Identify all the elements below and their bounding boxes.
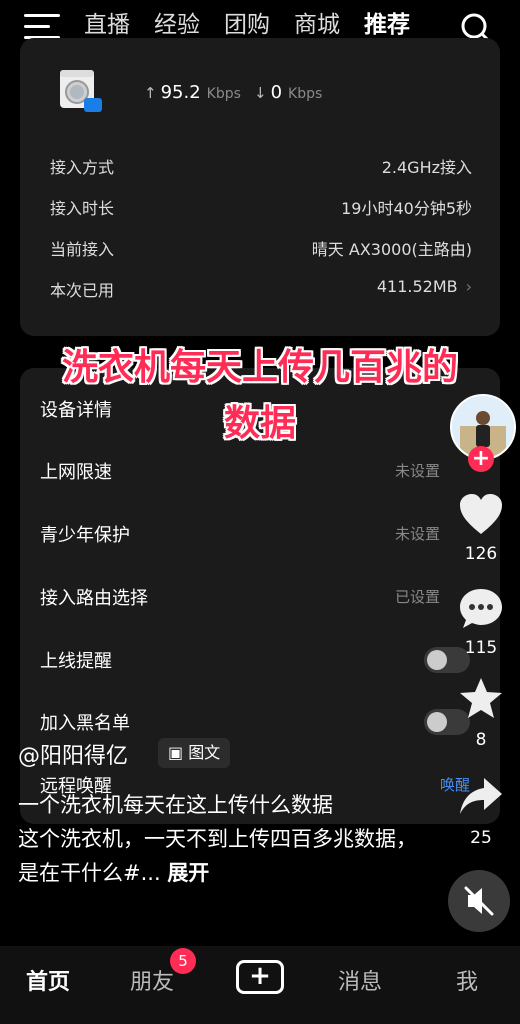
settings-label: 青少年保护 bbox=[40, 525, 130, 546]
star-icon[interactable] bbox=[458, 676, 504, 722]
settings-status: 已设置 bbox=[394, 588, 440, 606]
comment-count: 115 bbox=[464, 638, 498, 658]
settings-label: 上网限速 bbox=[40, 462, 112, 483]
favorite-count: 8 bbox=[475, 730, 487, 750]
chevron-right-icon: › bbox=[465, 277, 472, 296]
info-row-duration: 接入时长 19小时40分钟5秒 bbox=[50, 195, 472, 219]
tab-group-buy[interactable]: 团购 bbox=[224, 10, 270, 40]
info-label: 接入方式 bbox=[50, 158, 115, 177]
tab-experience[interactable]: 经验 bbox=[154, 10, 200, 40]
caption-title: 一个洗衣机每天在这上传什么数据 bbox=[18, 793, 333, 817]
plus-icon: + bbox=[249, 961, 271, 991]
nav-me[interactable]: 我 bbox=[456, 964, 478, 996]
settings-status: 未设置 bbox=[394, 462, 440, 480]
speaker-muted-icon bbox=[464, 886, 494, 916]
down-arrow-icon: ↓ bbox=[254, 84, 267, 102]
info-value: 411.52MB bbox=[376, 277, 458, 296]
download-speed: ↓ 0 Kbps bbox=[254, 82, 322, 103]
mute-button[interactable] bbox=[448, 870, 510, 932]
share-icon[interactable] bbox=[458, 774, 504, 820]
settings-label: 上线提醒 bbox=[40, 651, 112, 672]
up-arrow-icon: ↑ bbox=[144, 84, 157, 102]
tab-mall[interactable]: 商城 bbox=[294, 10, 340, 40]
nav-friends[interactable]: 朋友 bbox=[130, 964, 174, 996]
image-text-icon: ▣ bbox=[168, 743, 189, 762]
tab-live[interactable]: 直播 bbox=[84, 10, 130, 40]
info-label: 本次已用 bbox=[50, 281, 115, 300]
follow-button[interactable]: + bbox=[468, 446, 494, 472]
device-info-card: ↑ 95.2 Kbps ↓ 0 Kbps 接入方式 2.4GHz接入 接入时长 19小时… bbox=[20, 38, 500, 336]
post-type-badge: ▣ 图文 bbox=[158, 738, 231, 768]
info-value: 19小时40分钟5秒 bbox=[341, 199, 472, 218]
upload-speed-value: 95.2 bbox=[160, 82, 201, 103]
post-caption[interactable]: 一个洗衣机每天在这上传什么数据 这个洗衣机，一天不到上传四百多兆数据，是在干什么… bbox=[18, 788, 418, 890]
settings-row-speed-limit[interactable]: 上网限速 未设置 bbox=[40, 458, 480, 486]
nav-messages[interactable]: 消息 bbox=[338, 964, 382, 996]
info-value-wrap: 411.52MB › bbox=[377, 277, 472, 296]
nav-home[interactable]: 首页 bbox=[26, 964, 70, 996]
info-value: 晴天 AX3000(主路由) bbox=[311, 240, 472, 259]
post-type-label: 图文 bbox=[188, 743, 221, 762]
download-speed-value: 0 bbox=[270, 82, 283, 103]
info-row-current-router: 当前接入 晴天 AX3000(主路由) bbox=[50, 236, 472, 260]
settings-status: 未设置 bbox=[394, 525, 440, 543]
info-label: 当前接入 bbox=[50, 240, 115, 259]
caption-body: 这个洗衣机，一天不到上传四百多兆数据，是在干什么#... bbox=[18, 827, 417, 885]
like-count: 126 bbox=[464, 544, 498, 564]
settings-row-router-select[interactable]: 接入路由选择 已设置 bbox=[40, 584, 480, 612]
download-speed-unit: Kbps bbox=[288, 86, 323, 102]
settings-row-blacklist: 加入黑名单 bbox=[40, 709, 480, 737]
info-label: 接入时长 bbox=[50, 199, 115, 218]
overlay-title-line1: 洗衣机每天上传几百兆的 bbox=[61, 347, 458, 388]
expand-button[interactable]: 展开 bbox=[167, 861, 209, 885]
settings-row-online-alert: 上线提醒 bbox=[40, 647, 480, 675]
top-tabs: 直播 经验 团购 商城 推荐 bbox=[84, 10, 434, 48]
bottom-nav: 首页 朋友 + 消息 我 bbox=[0, 946, 520, 1024]
author-name[interactable]: @阳阳得亿 bbox=[18, 738, 128, 770]
info-row-access-method: 接入方式 2.4GHz接入 bbox=[50, 154, 472, 178]
upload-speed-unit: Kbps bbox=[206, 86, 241, 102]
caption-body-wrap: 这个洗衣机，一天不到上传四百多兆数据，是在干什么#... 展开 bbox=[18, 822, 418, 890]
info-row-data-used[interactable]: 本次已用 411.52MB › bbox=[50, 277, 472, 301]
settings-label: 加入黑名单 bbox=[40, 713, 130, 734]
menu-icon[interactable] bbox=[24, 14, 60, 40]
friends-notification-badge: 5 bbox=[170, 948, 196, 974]
washing-machine-icon bbox=[60, 70, 102, 112]
heart-icon[interactable] bbox=[458, 492, 504, 538]
settings-label: 接入路由选择 bbox=[40, 588, 148, 609]
tab-recommend[interactable]: 推荐 bbox=[364, 10, 410, 48]
create-post-button[interactable]: + bbox=[236, 960, 284, 994]
upload-speed: ↑ 95.2 Kbps bbox=[144, 82, 241, 103]
info-value: 2.4GHz接入 bbox=[381, 158, 472, 177]
overlay-title-line2: 数据 bbox=[223, 403, 296, 444]
share-count: 25 bbox=[470, 828, 492, 848]
comment-icon[interactable] bbox=[458, 586, 504, 632]
settings-row-youth-protection[interactable]: 青少年保护 未设置 bbox=[40, 521, 480, 549]
